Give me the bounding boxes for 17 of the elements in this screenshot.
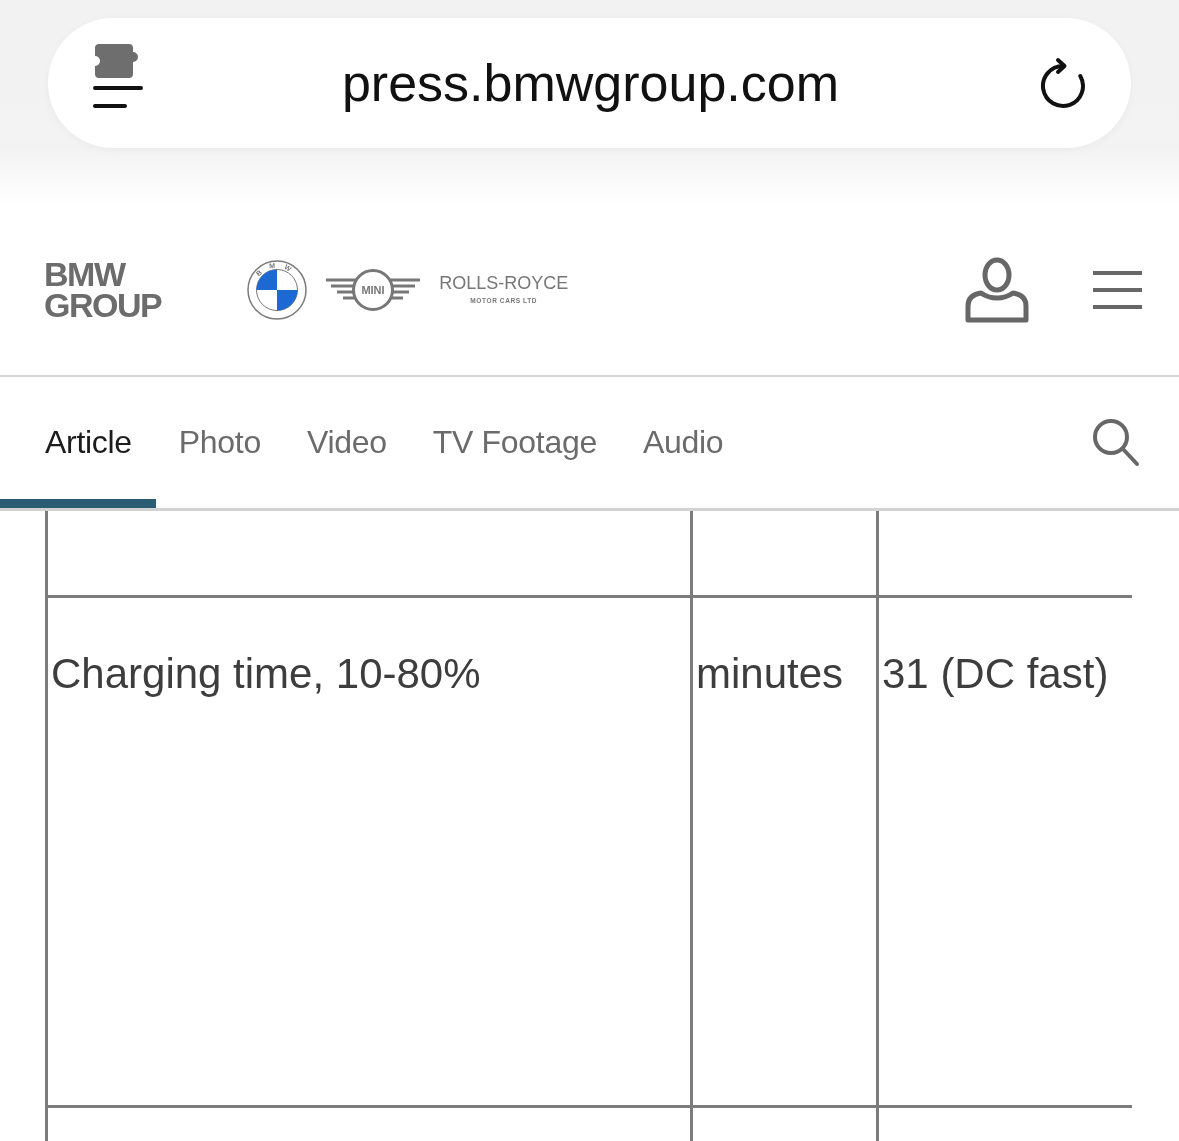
puzzle-lines-icon[interactable]	[93, 44, 143, 110]
menu-icon[interactable]	[1093, 271, 1142, 309]
nav-tab[interactable]: Photo	[155, 377, 284, 508]
url-text: press.bmwgroup.com	[340, 53, 841, 113]
table-cell: Charging time, 10-80%	[45, 595, 690, 1108]
nav-tab[interactable]: TV Footage	[409, 377, 620, 508]
address-bar[interactable]: press.bmwgroup.com	[48, 18, 1131, 148]
table-cell: minutes	[690, 595, 876, 1108]
nav-tab[interactable]: Video	[283, 377, 410, 508]
person-icon[interactable]	[964, 257, 1030, 323]
winged-logo[interactable]: MINI	[326, 268, 421, 312]
nav-tab[interactable]: Article	[0, 377, 156, 508]
search-icon[interactable]	[1092, 417, 1140, 468]
table-cell: 31 (DC fast)	[876, 595, 1132, 1108]
wordmark-logo[interactable]: BMW GROUP	[44, 259, 162, 321]
nav-tab[interactable]: Audio	[619, 377, 747, 508]
reload-icon[interactable]	[1038, 57, 1088, 109]
